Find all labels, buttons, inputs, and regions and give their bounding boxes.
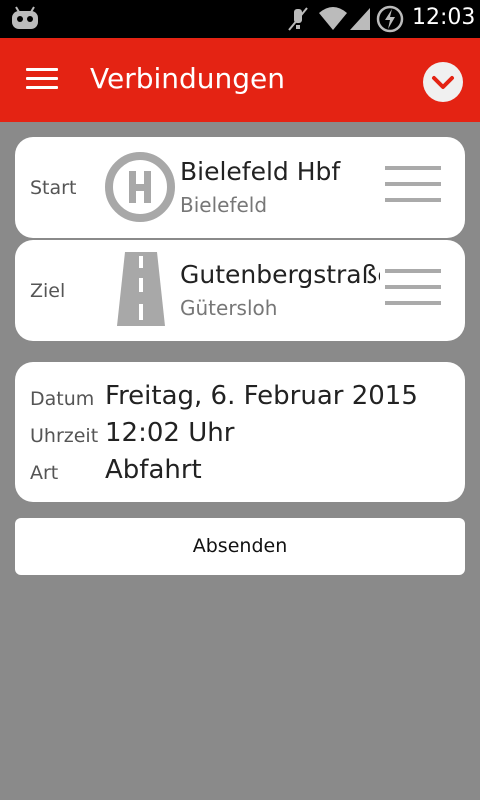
start-station-name: Bielefeld Hbf [180, 157, 341, 186]
datum-label: Datum [30, 388, 95, 410]
art-value[interactable]: Abfahrt [105, 455, 202, 485]
app-bar: Verbindungen [0, 38, 480, 122]
datum-value[interactable]: Freitag, 6. Februar 2015 [105, 381, 418, 411]
ziel-drag-handle[interactable] [385, 269, 441, 313]
chevron-down-icon[interactable] [423, 62, 463, 102]
start-drag-handle[interactable] [385, 166, 441, 210]
mute-icon [286, 6, 310, 36]
signal-icon [348, 6, 372, 36]
art-label: Art [30, 462, 59, 484]
start-station-city: Bielefeld [180, 193, 268, 217]
ziel-label: Ziel [30, 280, 66, 302]
page-title: Verbindungen [90, 62, 286, 95]
start-card[interactable]: Start Bielefeld Hbf Bielefeld [15, 137, 465, 238]
battery-charging-icon [376, 4, 404, 38]
ziel-station-city: Gütersloh [180, 296, 278, 320]
uhrzeit-label: Uhrzeit [30, 425, 99, 447]
cyanogenmod-icon [10, 5, 40, 37]
ziel-card[interactable]: Ziel Gutenbergstraße Gütersloh [15, 240, 465, 341]
clock: 12:03 [412, 5, 476, 30]
wifi-icon [318, 5, 348, 35]
status-bar: 12:03 [0, 0, 480, 38]
datetime-card[interactable]: Datum Freitag, 6. Februar 2015 Uhrzeit 1… [15, 362, 465, 502]
road-icon [115, 252, 167, 332]
ziel-station-name: Gutenbergstraße [180, 260, 380, 289]
start-label: Start [30, 177, 77, 199]
bus-stop-icon [104, 151, 176, 227]
hamburger-menu-icon[interactable] [26, 68, 58, 92]
uhrzeit-value[interactable]: 12:02 Uhr [105, 418, 234, 448]
absenden-button[interactable]: Absenden [15, 518, 465, 575]
